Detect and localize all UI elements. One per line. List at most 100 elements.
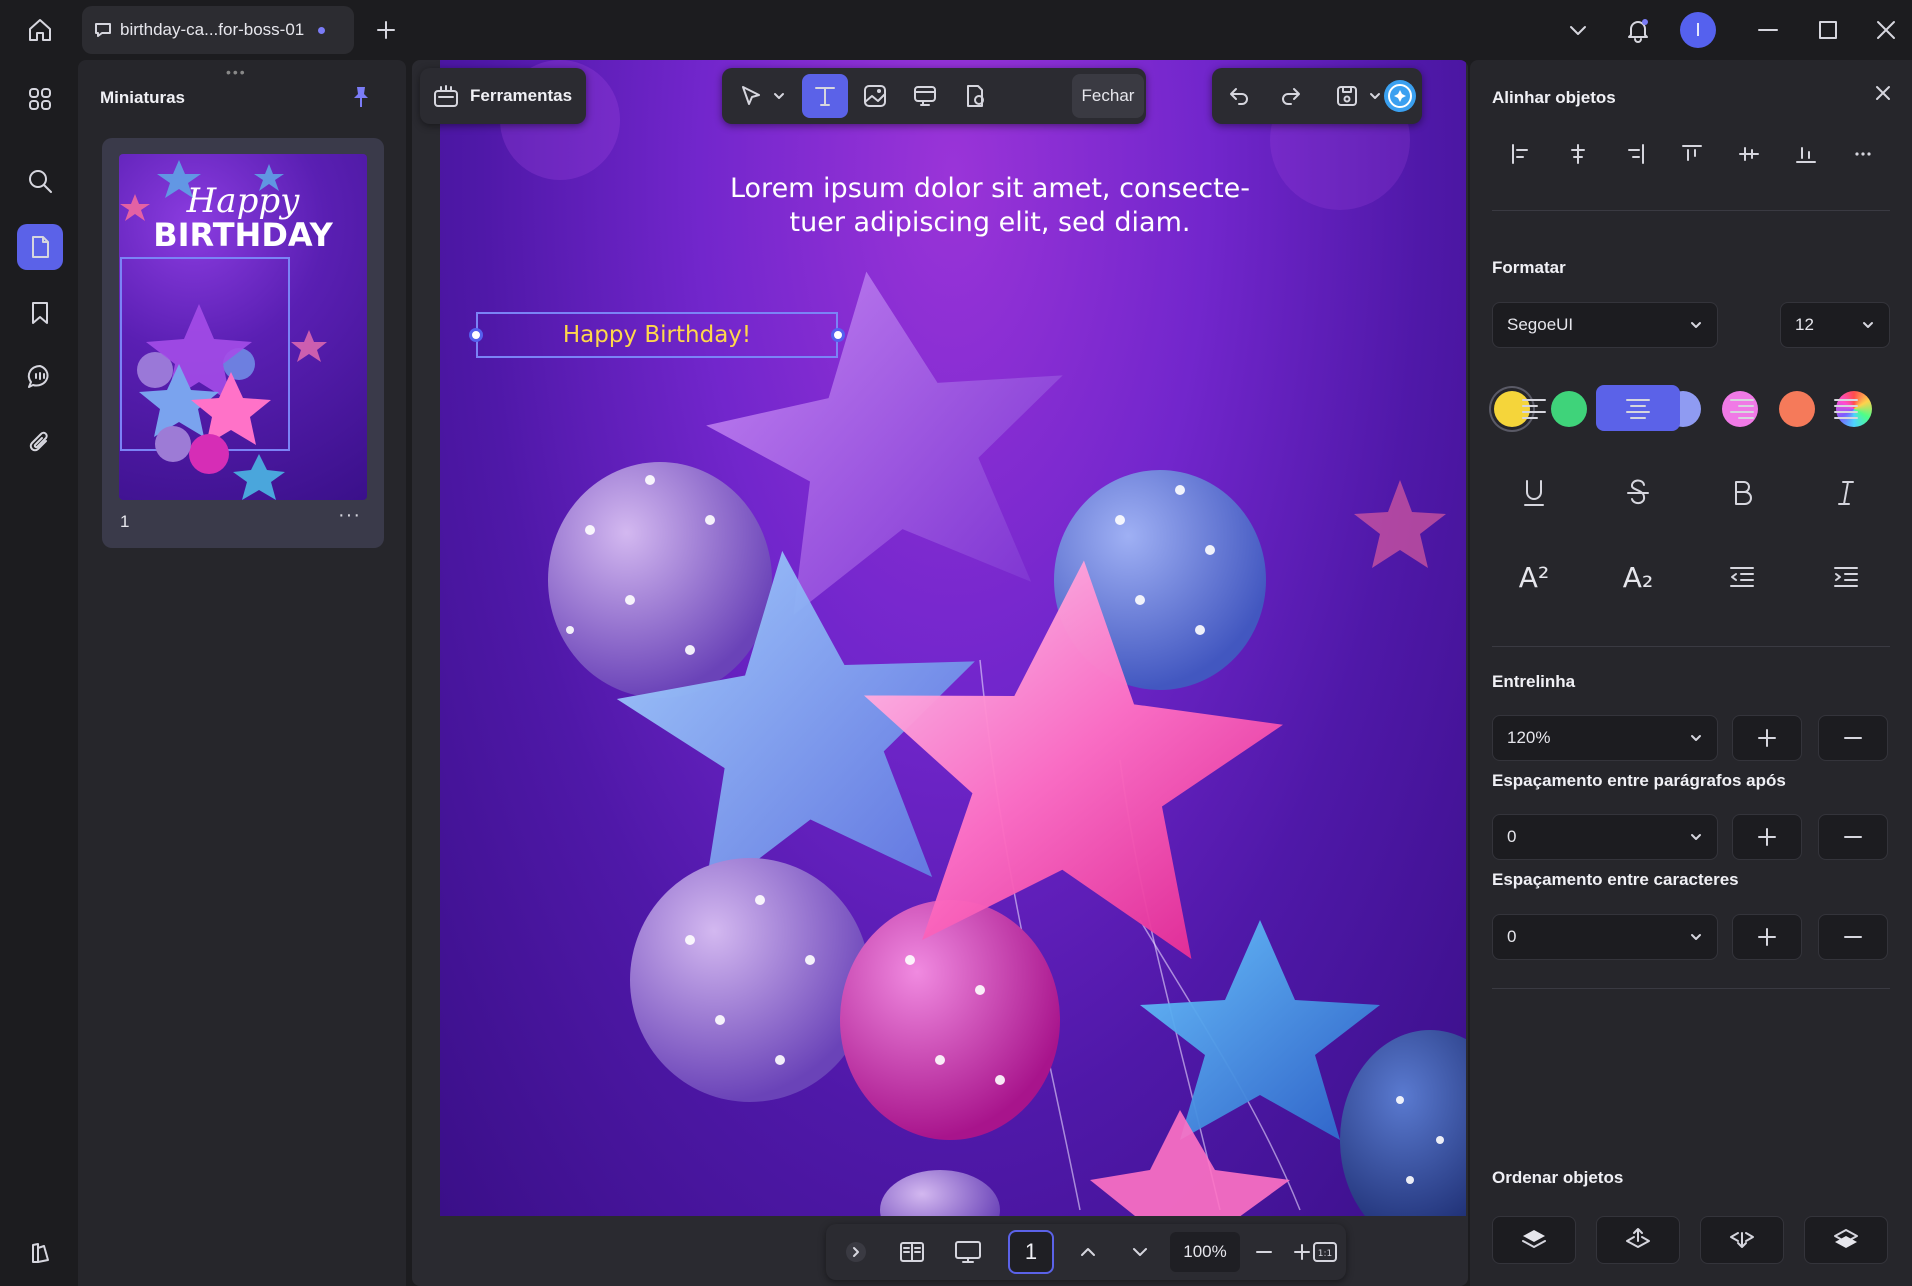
italic-button[interactable] [1804,470,1888,516]
next-page-button[interactable] [1118,1230,1162,1274]
paragraph-spacing-increase-button[interactable] [1732,814,1802,860]
chevron-right-icon [846,1242,866,1262]
underline-icon [1524,480,1544,506]
zoom-level[interactable]: 100% [1170,1232,1240,1272]
align-top-icon [1681,145,1702,161]
document-tab[interactable]: birthday-ca...for-boss-01 [82,6,354,54]
actual-size-button[interactable]: 1:1 [1308,1230,1342,1274]
character-spacing-select[interactable]: 0 [1492,914,1718,960]
resize-handle-right[interactable] [831,328,845,342]
decrease-indent-button[interactable] [1700,554,1784,600]
bring-forward-button[interactable] [1596,1216,1680,1264]
minus-icon [1844,836,1862,838]
expand-bar-button[interactable] [834,1230,878,1274]
tools-button[interactable]: Ferramentas [420,68,586,124]
undo-button[interactable] [1216,74,1262,118]
canvas-area[interactable]: Lorem ipsum dolor sit amet, consecte- tu… [412,60,1468,1286]
line-spacing-increase-button[interactable] [1732,715,1802,761]
document-page[interactable]: Lorem ipsum dolor sit amet, consecte- tu… [440,60,1466,1216]
attachments-button[interactable] [17,420,63,466]
panel-grip[interactable]: ••• [226,64,247,80]
close-icon [1877,21,1895,39]
align-bottom-button[interactable] [1777,132,1834,176]
line-spacing-decrease-button[interactable] [1818,715,1888,761]
maximize-button[interactable] [1810,12,1846,48]
align-left-button[interactable] [1492,132,1549,176]
superscript-button[interactable]: A² [1492,554,1576,600]
home-button[interactable] [22,12,58,48]
align-objects-title: Alinhar objetos [1492,88,1616,107]
image-tool-button[interactable] [852,74,898,118]
divider [1492,646,1890,647]
align-right-button[interactable] [1606,132,1663,176]
text-align-right-button[interactable] [1700,385,1784,431]
select-tool-dropdown[interactable] [768,74,790,118]
font-size-value: 12 [1795,315,1814,334]
presentation-icon [955,1241,981,1263]
font-family-select[interactable]: SegoeUI [1492,302,1718,348]
close-panel-button[interactable] [1870,80,1896,106]
theme-button[interactable] [17,1230,63,1276]
chevron-down-icon [1691,834,1701,840]
minus-icon [1256,1251,1272,1253]
notifications-button[interactable] [1620,12,1656,48]
text-box-content[interactable]: Happy Birthday! [563,322,751,348]
history-toolbar [1212,68,1422,124]
tabs-dropdown-button[interactable] [1560,12,1596,48]
edit-toolbar: Fechar [722,68,1146,124]
lorem-text[interactable]: Lorem ipsum dolor sit amet, consecte- tu… [710,172,1270,240]
search-button[interactable] [17,158,63,204]
page-thumbnail[interactable]: Happy BIRTHDAY 1 ··· [102,138,384,548]
previous-page-button[interactable] [1066,1230,1110,1274]
paragraph-spacing-select[interactable]: 0 [1492,814,1718,860]
text-align-center-button[interactable] [1596,385,1680,431]
line-spacing-select[interactable]: 120% [1492,715,1718,761]
align-middle-button[interactable] [1720,132,1777,176]
image-icon [864,85,886,107]
pages-button[interactable] [17,224,63,270]
subscript-button[interactable]: A₂ [1596,554,1680,600]
grid-icon [29,88,51,110]
comments-button[interactable] [17,354,63,400]
minimize-button[interactable] [1750,12,1786,48]
character-spacing-increase-button[interactable] [1732,914,1802,960]
link-tool-button[interactable] [902,74,948,118]
presentation-button[interactable] [946,1230,990,1274]
send-to-back-button[interactable] [1804,1216,1888,1264]
page-number-input[interactable]: 1 [1008,1230,1054,1274]
bring-to-front-button[interactable] [1492,1216,1576,1264]
text-align-left-button[interactable] [1492,385,1576,431]
new-tab-button[interactable] [372,16,400,44]
user-avatar[interactable]: I [1680,12,1716,48]
text-tool-button[interactable] [802,74,848,118]
character-spacing-decrease-button[interactable] [1818,914,1888,960]
strikethrough-button[interactable] [1596,470,1680,516]
align-middle-icon [1738,147,1759,161]
align-top-button[interactable] [1663,132,1720,176]
apps-button[interactable] [17,76,63,122]
comment-icon [27,364,49,388]
send-backward-button[interactable] [1700,1216,1784,1264]
text-justify-button[interactable] [1804,385,1888,431]
watermark-tool-button[interactable] [952,74,998,118]
more-align-button[interactable] [1834,132,1891,176]
selected-text-box[interactable]: Happy Birthday! [469,312,845,358]
increase-indent-button[interactable] [1804,554,1888,600]
close-window-button[interactable] [1868,12,1904,48]
ai-assistant-button[interactable] [1380,74,1420,118]
bookmarks-button[interactable] [17,290,63,336]
close-edit-button[interactable]: Fechar [1072,74,1144,118]
resize-handle-left[interactable] [469,328,483,342]
page-layout-button[interactable] [890,1230,934,1274]
thumbnail-more-button[interactable]: ··· [338,504,361,527]
font-size-select[interactable]: 12 [1780,302,1890,348]
font-family-value: SegoeUI [1507,315,1574,334]
pin-panel-button[interactable] [346,82,376,112]
align-center-h-button[interactable] [1549,132,1606,176]
plus-icon [377,21,395,39]
underline-button[interactable] [1492,470,1576,516]
bold-button[interactable] [1700,470,1784,516]
paragraph-spacing-decrease-button[interactable] [1818,814,1888,860]
redo-button[interactable] [1268,74,1314,118]
paragraph-spacing-title: Espaçamento entre parágrafos após [1492,771,1786,790]
